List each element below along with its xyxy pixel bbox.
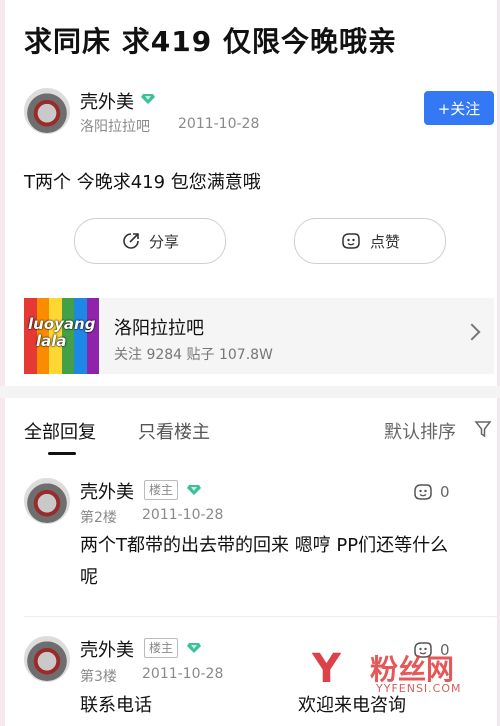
author-name[interactable]: 壳外美	[80, 88, 134, 114]
reply-date: 2011-10-28	[142, 507, 224, 523]
owner-tag: 楼主	[144, 480, 179, 500]
reply-author[interactable]: 壳外美	[80, 478, 134, 504]
site-watermark: Y 粉丝网 YYFENSI.COM	[312, 646, 492, 706]
follow-button[interactable]: +关注	[424, 91, 494, 125]
floor-number: 第3楼	[80, 669, 117, 685]
diamond-badge-icon	[187, 485, 201, 495]
filter-icon[interactable]	[474, 420, 492, 438]
like-count: 0	[440, 483, 450, 501]
reply-avatar[interactable]	[24, 478, 70, 524]
post-title: 求同床 求419 仅限今晚哦亲	[24, 25, 397, 58]
reply-date: 2011-10-28	[142, 666, 224, 682]
share-icon	[123, 233, 139, 249]
diamond-badge-icon	[141, 94, 155, 104]
forum-stats: 关注 9284 贴子 107.8W	[114, 347, 273, 363]
like-icon[interactable]	[412, 482, 434, 502]
section-divider	[0, 386, 500, 398]
active-tab-indicator	[48, 452, 76, 455]
tab-owner-only[interactable]: 只看楼主	[138, 418, 210, 444]
page-edge-left	[0, 0, 5, 726]
forum-logo: luoyang lala	[24, 298, 99, 374]
watermark-url: YYFENSI.COM	[376, 682, 462, 695]
watermark-logo-icon: Y	[312, 646, 341, 692]
reply-avatar[interactable]	[24, 636, 70, 682]
chevron-right-icon	[463, 323, 481, 341]
post-content: T两个 今晚求419 包您满意哦	[24, 172, 261, 193]
reply-author[interactable]: 壳外美	[80, 636, 134, 662]
sort-dropdown[interactable]: 默认排序	[384, 418, 456, 444]
forum-name: 洛阳拉拉吧	[114, 318, 204, 339]
owner-tag: 楼主	[144, 638, 179, 658]
reply-content: 两个T都带的出去带的回来 嗯哼 PP们还等什么 呢	[80, 535, 449, 588]
diamond-badge-icon	[187, 643, 201, 653]
like-button[interactable]: 点赞	[294, 218, 446, 264]
like-label: 点赞	[369, 232, 400, 251]
floor-number: 第2楼	[80, 510, 117, 526]
post-date: 2011-10-28	[178, 116, 260, 132]
reply-divider	[24, 616, 500, 617]
forum-card[interactable]: luoyang lala 洛阳拉拉吧 关注 9284 贴子 107.8W	[24, 298, 494, 374]
tab-all-replies[interactable]: 全部回复	[24, 418, 96, 444]
share-button[interactable]: 分享	[74, 218, 226, 264]
share-label: 分享	[148, 232, 179, 251]
reply-content-left: 联系电话	[80, 695, 152, 716]
author-avatar[interactable]	[24, 88, 70, 134]
like-icon	[342, 233, 360, 249]
author-forum[interactable]: 洛阳拉拉吧	[80, 116, 150, 136]
